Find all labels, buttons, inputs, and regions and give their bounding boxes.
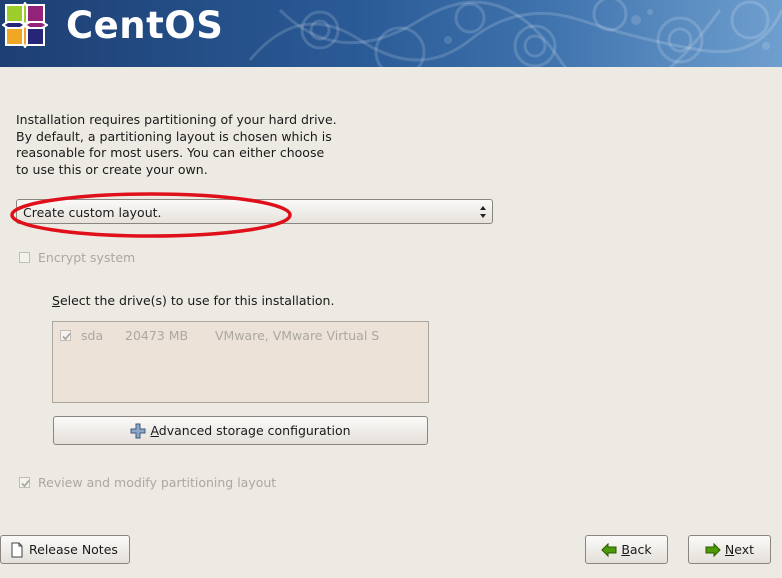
unchecked-box-icon — [19, 252, 30, 263]
next-arrow-icon — [705, 542, 721, 558]
drive-size: 20473 MB — [125, 328, 189, 343]
back-label: Back — [621, 542, 652, 557]
next-button[interactable]: Next — [688, 535, 771, 564]
back-arrow-icon — [601, 542, 617, 558]
next-label: Next — [724, 542, 755, 557]
encrypt-system-label: Encrypt system — [38, 250, 136, 265]
intro-line: to use this or create your own. — [16, 161, 208, 177]
intro-line: reasonable for most users. You can eithe… — [16, 145, 325, 160]
release-notes-label: Release Notes — [29, 542, 118, 557]
drive-row[interactable]: sda 20473 MB VMware, VMware Virtual S — [60, 328, 379, 343]
brand-wordmark: CentOS — [66, 4, 224, 47]
updown-arrows-icon — [480, 206, 486, 218]
checked-box-icon[interactable] — [60, 330, 71, 341]
back-button[interactable]: Back — [585, 535, 668, 564]
document-icon — [9, 542, 25, 558]
drive-model: VMware, VMware Virtual S — [215, 328, 380, 343]
drive-name: sda — [81, 328, 104, 343]
drive-list[interactable]: sda 20473 MB VMware, VMware Virtual S — [52, 321, 429, 403]
review-layout-label: Review and modify partitioning layout — [38, 475, 277, 490]
advanced-storage-button[interactable]: Advanced storage configuration — [53, 416, 428, 445]
partition-layout-value: Create custom layout. — [23, 205, 162, 220]
header-banner: CentOS — [0, 0, 782, 67]
encrypt-system-checkbox[interactable]: Encrypt system — [19, 250, 135, 265]
release-notes-button[interactable]: Release Notes — [0, 535, 130, 564]
checked-box-icon — [19, 477, 30, 488]
advanced-storage-label: Advanced storage configuration — [150, 423, 351, 438]
partition-layout-select[interactable]: Create custom layout. — [16, 199, 493, 224]
intro-line: By default, a partitioning layout is cho… — [16, 128, 332, 144]
review-layout-checkbox[interactable]: Review and modify partitioning layout — [19, 475, 276, 490]
drive-selection-label: Select the drive(s) to use for this inst… — [52, 293, 335, 308]
plus-icon — [130, 423, 146, 439]
centos-logo-icon — [2, 2, 48, 48]
intro-line: Installation requires partitioning of yo… — [16, 112, 337, 127]
partitioning-intro-text: Installation requires partitioning of yo… — [16, 112, 376, 178]
